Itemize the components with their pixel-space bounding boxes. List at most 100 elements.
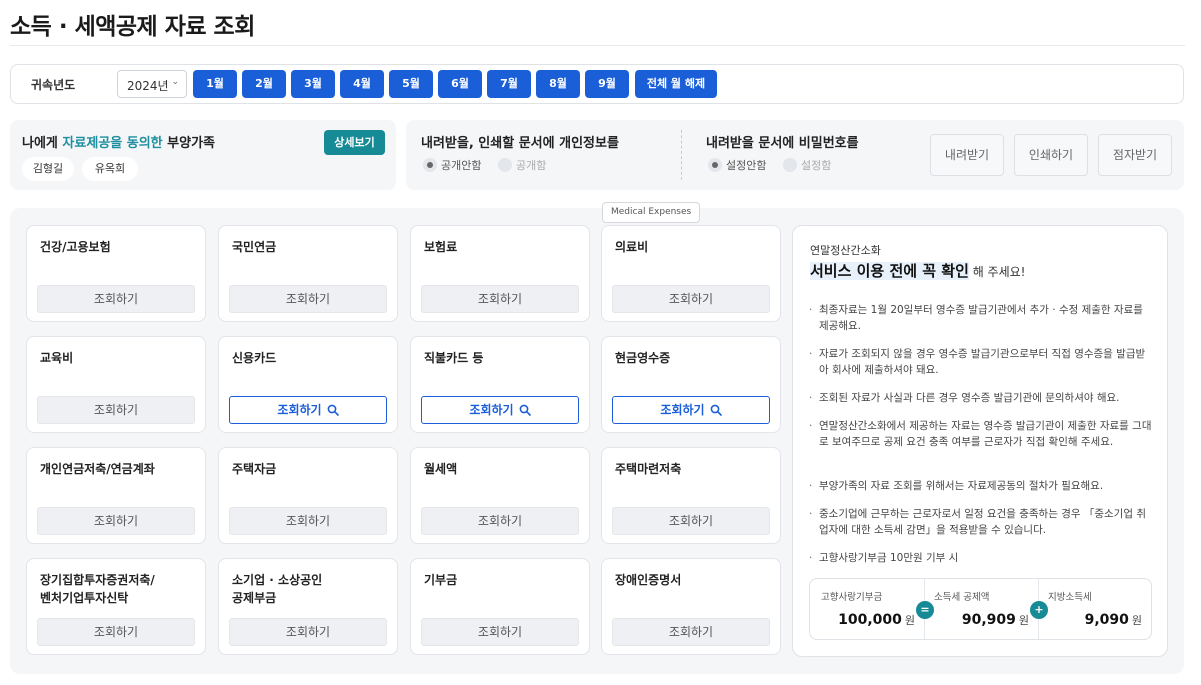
lookup-button[interactable]: 조회하기 [612, 285, 770, 313]
month-button-7[interactable]: 7월 [487, 70, 531, 98]
lookup-button-label: 조회하기 [668, 625, 714, 639]
lookup-button[interactable]: 조회하기 [37, 396, 195, 424]
category-title: 기부금 [424, 573, 458, 587]
category-title: 현금영수증 [615, 351, 671, 365]
title-prefix: 나에게 [22, 136, 63, 151]
category-title: 의료비 [615, 240, 649, 254]
month-button-9[interactable]: 9월 [585, 70, 629, 98]
category-title: 신용카드 [232, 351, 277, 365]
family-member-chip: 김형길 [22, 157, 74, 181]
calc-donation-value: 100,000 원 [838, 612, 915, 628]
category-card: 건강/고용보험 조회하기 [26, 225, 206, 322]
password-radio-none[interactable]: 설정안함 [708, 157, 766, 173]
clear-months-button[interactable]: 전체 월 해제 [635, 70, 717, 98]
category-title: 국민연금 [232, 240, 277, 254]
calc-local-tax-label: 지방소득세 [1048, 592, 1092, 603]
year-filter-bar: 귀속년도 2024년 ⌄ 1월 2월 3월 4월 5월 6월 7월 8월 9월 … [10, 64, 1184, 104]
privacy-option-title: 내려받을, 인쇄할 문서에 개인정보를 [421, 136, 619, 151]
month-button-5[interactable]: 5월 [389, 70, 433, 98]
family-consent-title: 나에게 자료제공을 동의한 부양가족 [22, 132, 215, 151]
calc-number: 100,000 [838, 612, 902, 628]
month-button-2[interactable]: 2월 [242, 70, 286, 98]
category-card: 장기집합투자증권저축/ 벤처기업투자신탁 조회하기 [26, 558, 206, 655]
lookup-button[interactable]: 조회하기 [421, 618, 579, 646]
month-button-8[interactable]: 8월 [536, 70, 580, 98]
category-title: 소기업 · 소상공인 공제부금 [232, 573, 323, 605]
lookup-button[interactable]: 조회하기 [37, 285, 195, 313]
lookup-button[interactable]: 조회하기 [421, 507, 579, 535]
lookup-button-label: 조회하기 [668, 514, 714, 528]
privacy-radio-show[interactable]: 공개함 [498, 157, 546, 173]
category-title: 교육비 [40, 351, 74, 365]
category-card: 주택마련저축 조회하기 [601, 447, 781, 544]
document-options-box: 내려받을, 인쇄할 문서에 개인정보를 공개안함 공개함 내려받을 문서에 비밀… [406, 120, 1184, 190]
lookup-button[interactable]: 조회하기 [612, 618, 770, 646]
notice-bullet: 자료가 조회되지 않을 경우 영수증 발급기관으로부터 직접 영수증을 발급받아… [809, 346, 1154, 378]
lookup-button[interactable]: 조회하기 [37, 507, 195, 535]
calc-unit: 원 [1131, 614, 1142, 627]
privacy-radio-hide[interactable]: 공개안함 [423, 157, 481, 173]
lookup-button-label: 조회하기 [477, 292, 523, 306]
calc-unit: 원 [1018, 614, 1029, 627]
notice-bullet: 연말정산간소화에서 제공하는 자료는 영수증 발급기관이 제출한 자료를 그대로… [809, 418, 1154, 450]
calc-donation-label: 고향사랑기부금 [821, 592, 883, 603]
category-title: 장애인증명서 [615, 573, 682, 587]
search-icon [519, 399, 531, 425]
month-button-3[interactable]: 3월 [291, 70, 335, 98]
radio-label: 설정함 [801, 159, 832, 172]
lookup-button[interactable]: 조회하기 [421, 396, 579, 424]
lookup-button-label: 조회하기 [469, 403, 514, 417]
notice-subtitle: 연말정산간소화 [810, 244, 881, 257]
lookup-button-label: 조회하기 [93, 514, 139, 528]
braille-button[interactable]: 점자받기 [1098, 134, 1172, 176]
calc-number: 90,909 [961, 612, 1016, 628]
notice-heading-main: 서비스 이용 전에 꼭 확인 [810, 262, 969, 280]
title-divider [10, 45, 1185, 46]
category-title: 직불카드 등 [424, 351, 484, 365]
lookup-button[interactable]: 조회하기 [612, 396, 770, 424]
category-title: 보험료 [424, 240, 458, 254]
lookup-button[interactable]: 조회하기 [229, 285, 387, 313]
family-consent-box: 나에게 자료제공을 동의한 부양가족 상세보기 김형길 유옥희 [10, 120, 396, 190]
radio-label: 공개함 [516, 159, 547, 172]
lookup-button[interactable]: 조회하기 [37, 618, 195, 646]
month-button-4[interactable]: 4월 [340, 70, 384, 98]
title-suffix: 부양가족 [162, 136, 215, 151]
lookup-button-label: 조회하기 [668, 292, 714, 306]
password-radio-set[interactable]: 설정함 [783, 157, 831, 173]
search-icon [710, 399, 722, 425]
lookup-button[interactable]: 조회하기 [229, 396, 387, 424]
year-select[interactable]: 2024년 ⌄ [117, 70, 187, 98]
search-icon [327, 399, 339, 425]
lookup-button[interactable]: 조회하기 [229, 618, 387, 646]
lookup-button-label: 조회하기 [285, 514, 331, 528]
lookup-button-label: 조회하기 [93, 625, 139, 639]
year-label: 귀속년도 [31, 78, 76, 92]
print-button[interactable]: 인쇄하기 [1014, 134, 1088, 176]
lookup-button[interactable]: 조회하기 [229, 507, 387, 535]
title-highlight: 자료제공을 동의한 [62, 136, 163, 151]
radio-empty-icon [783, 158, 797, 172]
detail-view-button[interactable]: 상세보기 [324, 130, 385, 155]
equals-icon: = [916, 601, 934, 619]
category-card: 보험료조회하기 [410, 225, 590, 322]
page-title: 소득 · 세액공제 자료 조회 [10, 14, 255, 40]
month-button-6[interactable]: 6월 [438, 70, 482, 98]
category-card: 국민연금조회하기 [218, 225, 398, 322]
category-card: 개인연금저축/연금계좌조회하기 [26, 447, 206, 544]
lookup-button-label: 조회하기 [285, 625, 331, 639]
calc-unit: 원 [904, 614, 915, 627]
category-card: 기부금조회하기 [410, 558, 590, 655]
download-button[interactable]: 내려받기 [930, 134, 1004, 176]
lookup-button[interactable]: 조회하기 [612, 507, 770, 535]
lookup-button[interactable]: 조회하기 [421, 285, 579, 313]
month-button-1[interactable]: 1월 [193, 70, 237, 98]
notice-heading-tail: 해 주세요! [968, 265, 1026, 279]
family-member-chip: 유옥희 [82, 157, 138, 181]
category-card: 현금영수증조회하기 [601, 336, 781, 433]
category-title: 개인연금저축/연금계좌 [40, 462, 155, 476]
lookup-button-label: 조회하기 [660, 403, 705, 417]
lookup-button-label: 조회하기 [93, 292, 139, 306]
category-card: 소기업 · 소상공인 공제부금조회하기 [218, 558, 398, 655]
notice-bullet: 조회된 자료가 사실과 다른 경우 영수증 발급기관에 문의하셔야 해요. [809, 390, 1154, 406]
